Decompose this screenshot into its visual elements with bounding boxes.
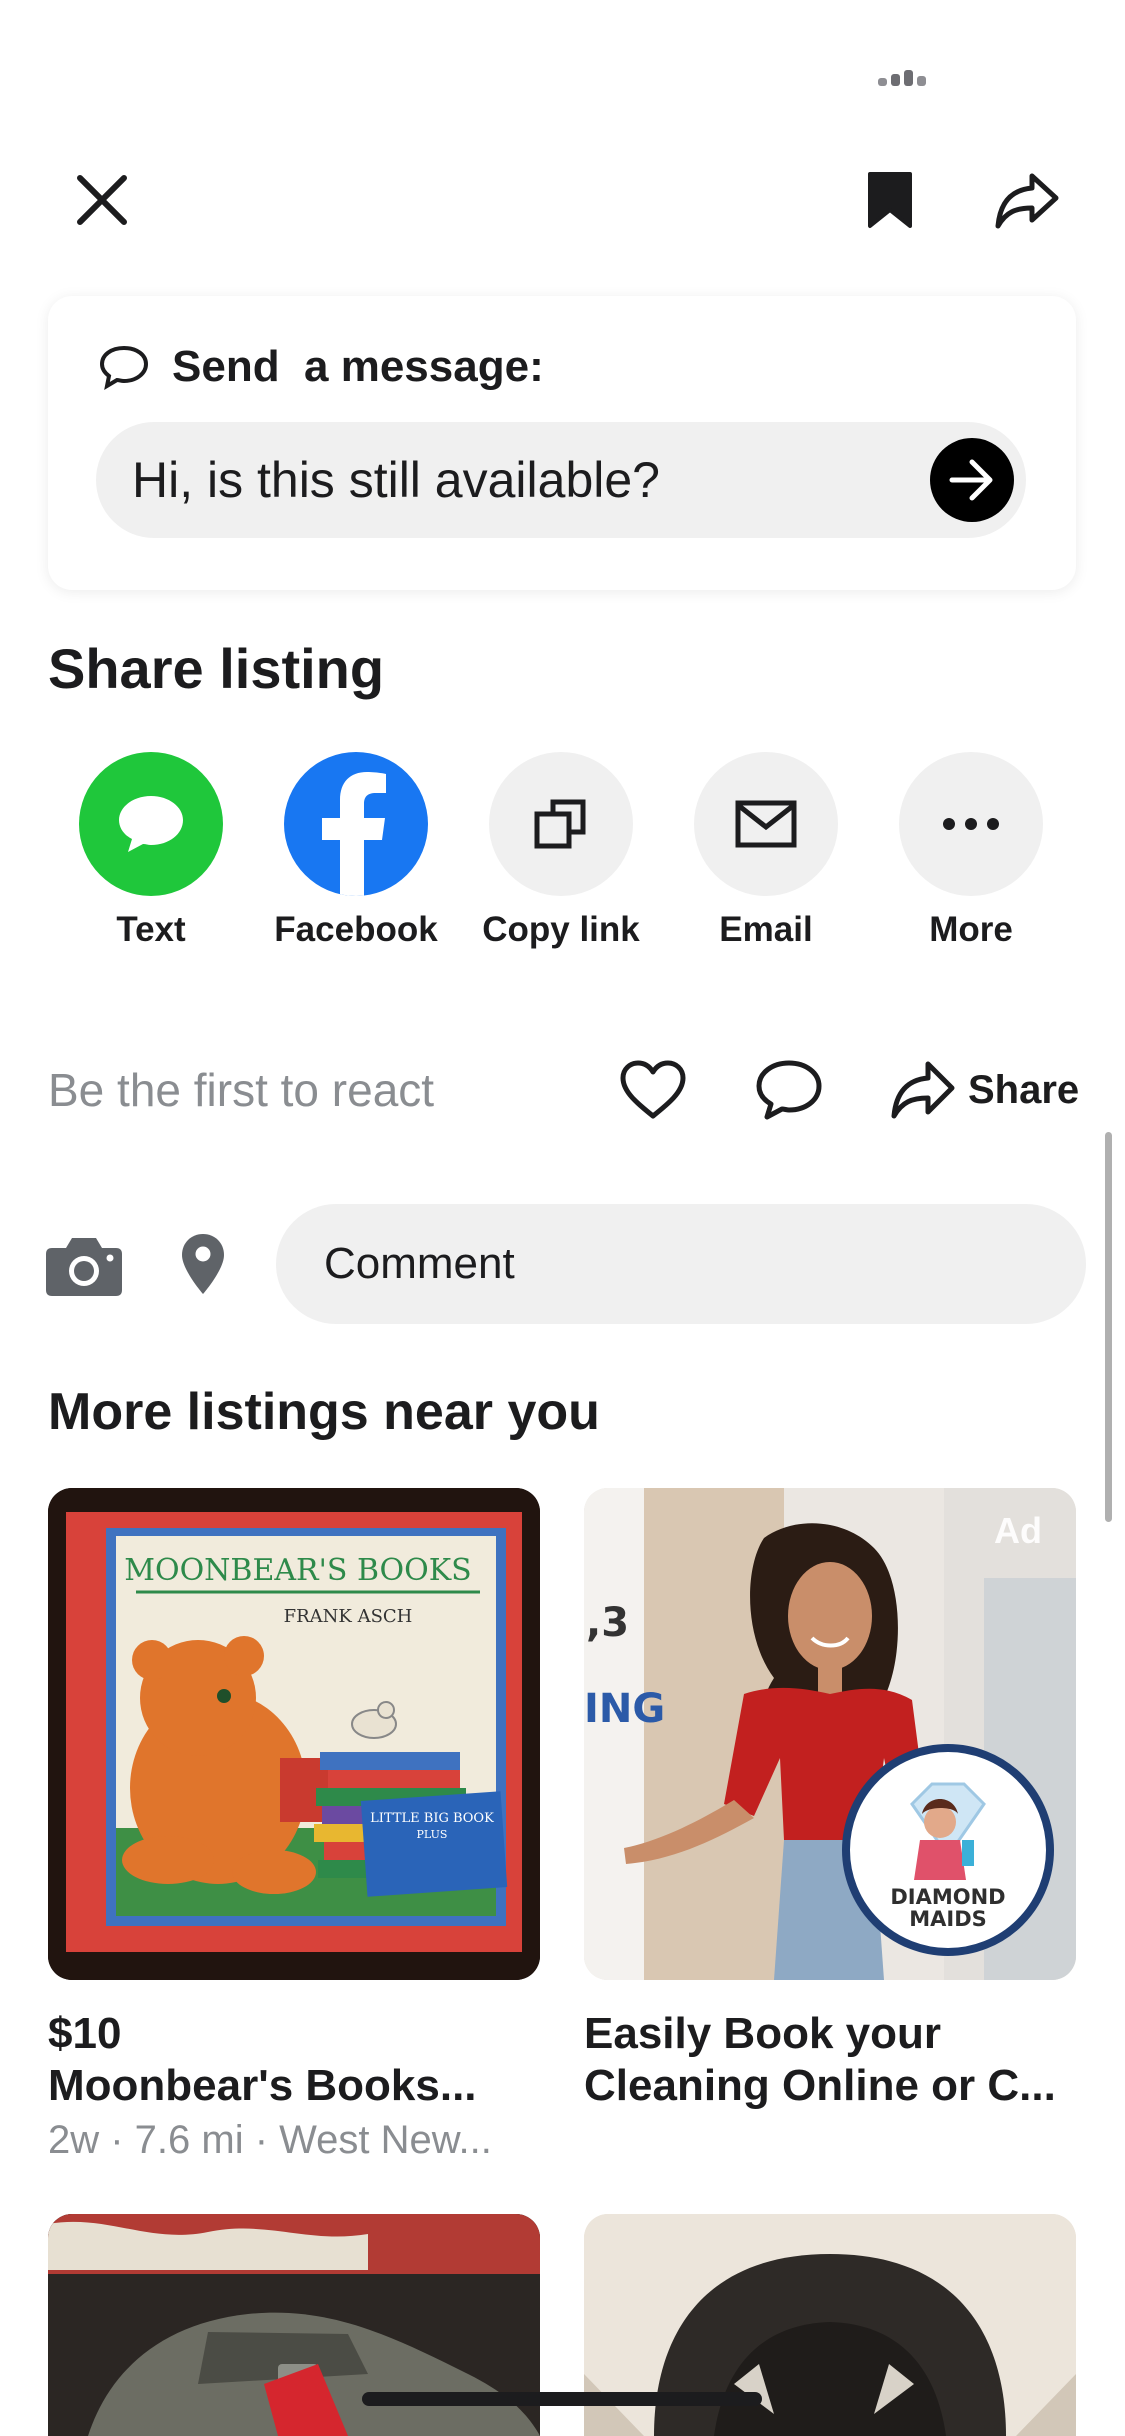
ad-title-line-2: Cleaning Online or C... [584,2061,1056,2110]
share-option-copy-link[interactable]: Copy link [456,752,666,950]
listing-card[interactable]: MOONBEAR'S BOOKS FRANK ASCH LITTLE BIG B… [48,1488,540,2168]
share-option-more[interactable]: More [866,752,1076,950]
share-option-label: Copy link [482,910,640,949]
heart-icon [620,1060,686,1119]
share-button[interactable]: Share [890,1054,1079,1126]
book-badge-sub: PLUS [417,1828,448,1841]
reactions-row: Be the first to react Share [0,1050,1125,1130]
scrollbar[interactable] [1105,1132,1112,1522]
arrow-right-icon [949,459,993,501]
text-share-circle [79,752,223,896]
share-option-facebook[interactable]: Facebook [251,752,461,950]
share-option-label: Facebook [274,910,438,949]
share-option-label: Email [719,910,813,949]
facebook-share-circle [284,752,428,896]
camera-button[interactable] [44,1234,124,1296]
logo-line-2: MAIDS [909,1907,987,1931]
comment-input[interactable]: Comment [276,1204,1086,1324]
share-button-label: Share [968,1067,1080,1112]
chat-icon [99,345,149,391]
close-icon [77,175,127,225]
logo-line-1: DIAMOND [890,1885,1005,1909]
close-button[interactable] [62,160,142,240]
book-heading: MOONBEAR'S BOOKS [124,1553,471,1588]
bookmark-icon [868,172,912,228]
like-button[interactable] [618,1058,688,1122]
listing-meta: 2w · 7.6 mi · West New... [48,2118,492,2162]
diamond-maids-logo: DIAMOND MAIDS [842,1744,1054,1956]
comment-icon [756,1060,822,1120]
listing-image: MOONBEAR'S BOOKS FRANK ASCH LITTLE BIG B… [48,1488,540,1980]
top-bar [0,150,1125,250]
facebook-icon [322,772,386,896]
listing-price: $10 [48,2009,122,2058]
send-button[interactable] [930,438,1014,522]
ellipsis-icon [943,818,999,830]
map-pin-icon [182,1234,224,1294]
share-arrow-icon [995,173,1059,229]
react-prompt: Be the first to react [48,1064,435,1116]
share-option-email[interactable]: Email [661,752,871,950]
mail-icon [735,800,797,848]
camera-icon [46,1238,122,1296]
email-circle [694,752,838,896]
ad-title-line-1: Easily Book your [584,2009,942,2058]
share-arrow-icon [891,1061,955,1119]
more-listings-title: More listings near you [48,1383,600,1441]
share-option-text[interactable]: Text [46,752,256,950]
book-cover-illustration: MOONBEAR'S BOOKS FRANK ASCH LITTLE BIG B… [48,1488,540,1980]
more-circle [899,752,1043,896]
ad-card[interactable]: ,3 ING Ad DIAMOND MAIDS Easily Book your… [584,1488,1076,2112]
signal-indicator [878,70,932,86]
ad-side-text-2: ,3 [586,1600,629,1646]
location-button[interactable] [180,1232,226,1296]
ad-side-text-3: ING [584,1686,665,1732]
message-input-value: Hi, is this still available? [132,452,660,508]
share-listing-title: Share listing [48,637,385,700]
copy-icon [534,799,586,849]
comment-button[interactable] [754,1058,824,1122]
share-option-label: Text [116,910,186,949]
chat-bubble-icon [119,796,183,852]
book-author: FRANK ASCH [284,1606,413,1627]
book-badge: LITTLE BIG BOOK [370,1811,494,1826]
comment-row: Comment [0,1204,1125,1324]
comment-placeholder: Comment [324,1239,515,1288]
ad-image: ,3 ING Ad DIAMOND MAIDS [584,1488,1076,1980]
message-card: Send a message: Hi, is this still availa… [48,296,1076,590]
copy-link-circle [489,752,633,896]
message-input[interactable]: Hi, is this still available? [96,422,1026,538]
bookmark-button[interactable] [850,160,930,240]
message-title: Send a message: [98,342,544,392]
share-option-label: More [929,910,1013,949]
home-indicator[interactable] [362,2392,762,2406]
listing-title: Moonbear's Books... [48,2061,477,2110]
share-button-top[interactable] [982,160,1072,240]
ad-badge: Ad [994,1510,1042,1551]
